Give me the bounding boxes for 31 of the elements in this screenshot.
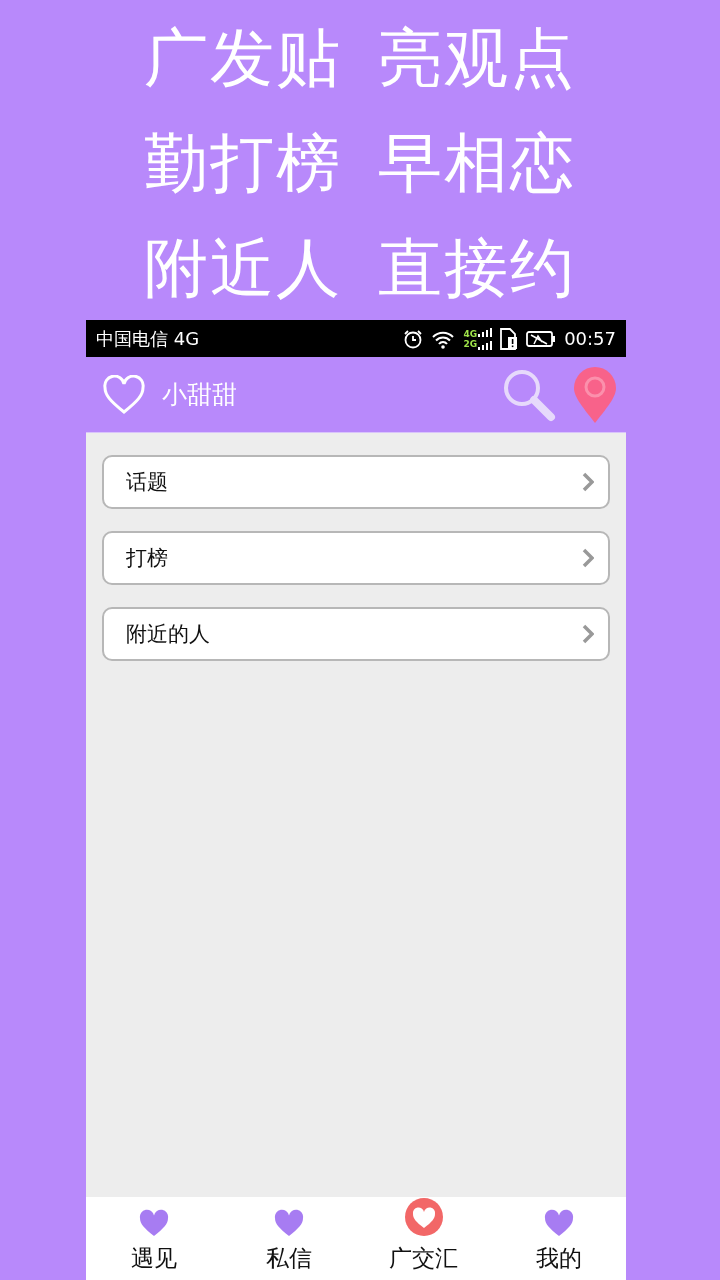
chevron-right-icon <box>582 548 594 568</box>
network-label: 2G <box>463 338 478 349</box>
menu-item[interactable]: 话题 <box>102 455 610 509</box>
headline-text: 广发贴 <box>144 26 342 91</box>
location-pin-icon[interactable] <box>572 365 618 424</box>
menu-item[interactable]: 附近的人 <box>102 607 610 661</box>
headline-text: 附近人 <box>144 235 342 300</box>
battery-icon <box>526 329 557 348</box>
heart-icon <box>102 374 146 415</box>
sim-card-icon <box>500 327 519 350</box>
heart-icon <box>138 1209 169 1237</box>
chevron-right-icon <box>582 624 594 644</box>
search-icon[interactable] <box>502 367 556 422</box>
headline-text: 早相恋 <box>378 131 576 195</box>
alarm-icon <box>403 328 424 349</box>
carrier-text: 中国电信 4G <box>96 326 200 351</box>
headline-text: 直接约 <box>378 235 576 300</box>
app-title: 小甜甜 <box>162 379 238 411</box>
nav-tab[interactable]: 我的 <box>491 1197 626 1280</box>
nav-tab[interactable]: 广交汇 <box>356 1197 491 1280</box>
nav-tab[interactable]: 私信 <box>221 1197 356 1280</box>
network-label: 4G <box>463 328 478 339</box>
heart-icon <box>543 1209 574 1237</box>
chevron-right-icon <box>582 472 594 492</box>
signal-icon <box>478 327 493 350</box>
headline-text: 亮观点 <box>378 26 576 91</box>
nav-tab[interactable]: 遇见 <box>86 1197 221 1280</box>
headline-text: 勤打榜 <box>144 131 342 195</box>
menu-item[interactable]: 打榜 <box>102 531 610 585</box>
time-text: 00:57 <box>564 328 616 349</box>
heart-icon <box>273 1209 304 1237</box>
